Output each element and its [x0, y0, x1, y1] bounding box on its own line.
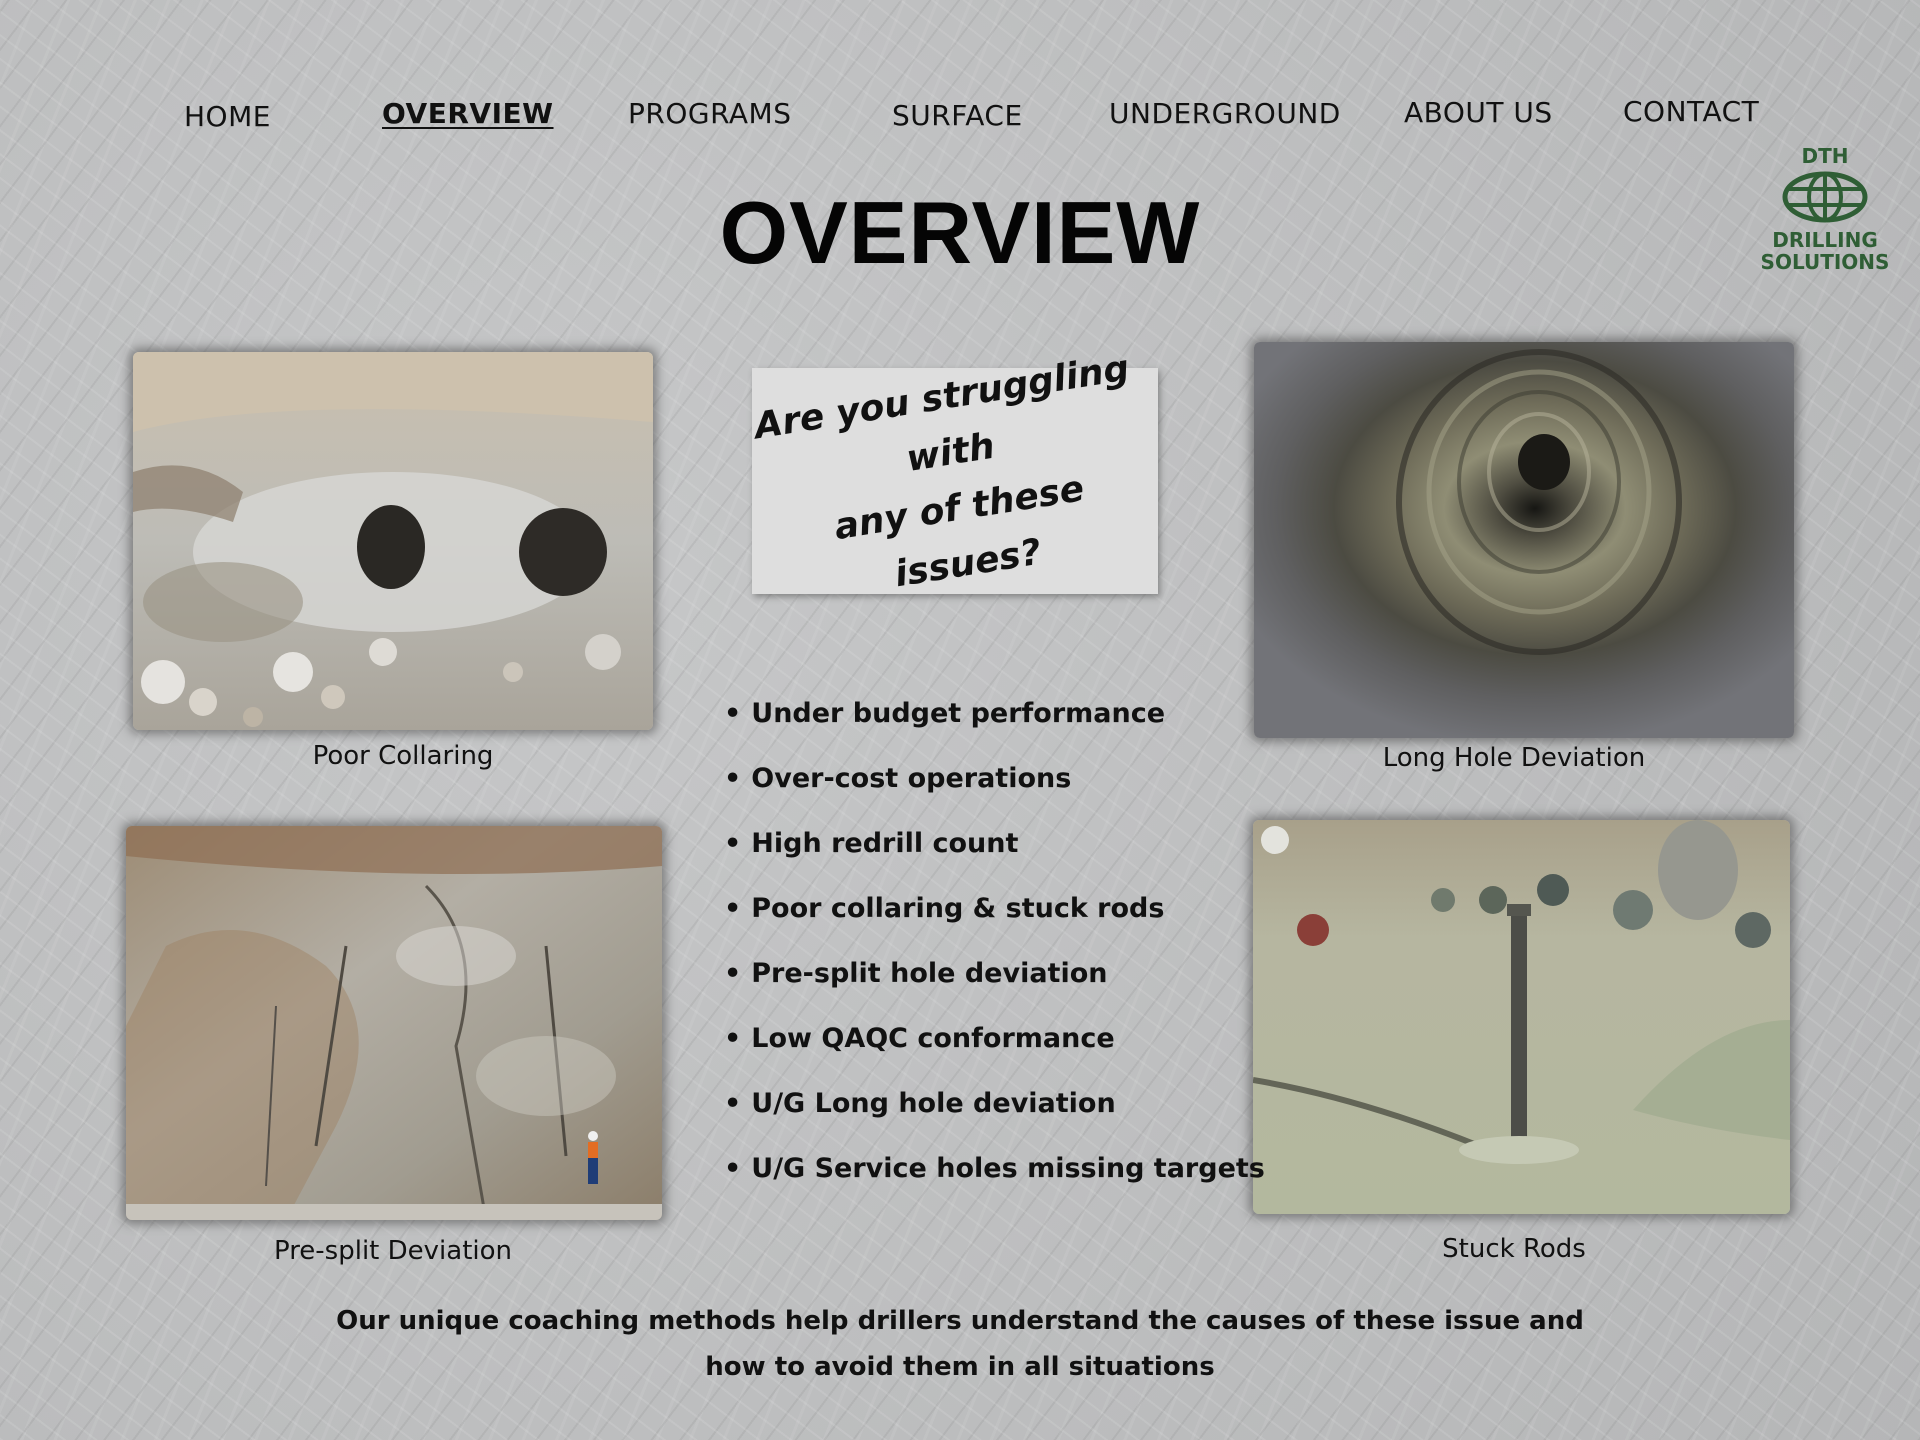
nav-programs-link[interactable]: PROGRAMS [628, 97, 791, 130]
nav-home-link[interactable]: HOME [184, 100, 271, 133]
page-title: OVERVIEW [719, 183, 1201, 282]
poor-collaring-photo [133, 352, 653, 730]
nav-overview-link[interactable]: OVERVIEW [382, 97, 554, 130]
nav-surface-link[interactable]: SURFACE [892, 99, 1023, 132]
pre-split-deviation-caption: Pre-split Deviation [273, 1236, 513, 1266]
issues-list: • Under budget performance • Over-cost ope… [724, 690, 1265, 1210]
pre-split-deviation-photo [126, 826, 662, 1220]
nav-contact-link[interactable]: CONTACT [1623, 95, 1759, 128]
issues-callout-box: Are you struggling with any of these iss… [752, 348, 1158, 595]
stuck-rods-photo [1253, 820, 1790, 1214]
list-item: • Poor collaring & stuck rods [724, 893, 1165, 924]
list-item: • Low QAQC conformance [724, 1023, 1115, 1054]
list-item: • High redrill count [724, 828, 1019, 859]
list-item: • Under budget performance [724, 698, 1166, 729]
long-hole-deviation-caption: Long Hole Deviation [1382, 743, 1646, 773]
callout-text: Are you struggling with any of these iss… [751, 347, 1132, 596]
stuck-rods-caption: Stuck Rods [1442, 1234, 1586, 1264]
poor-collaring-caption: Poor Collaring [312, 741, 494, 771]
list-item: • U/G Service holes missing targets [724, 1153, 1265, 1184]
long-hole-deviation-photo [1254, 342, 1794, 738]
list-item: • Pre-split hole deviation [724, 958, 1108, 989]
coaching-description-line1: Our unique coaching methods help driller… [336, 1306, 1584, 1336]
list-item: • Over-cost operations [724, 763, 1072, 794]
coaching-description: Our unique coaching methods help driller… [0, 1298, 1920, 1390]
coaching-description-line2: how to avoid them in all situations [705, 1352, 1215, 1382]
list-item: • U/G Long hole deviation [724, 1088, 1116, 1119]
logo-text-dth: DTH [1801, 144, 1849, 168]
nav-underground-link[interactable]: UNDERGROUND [1109, 97, 1341, 130]
nav-about-us-link[interactable]: ABOUT US [1404, 96, 1553, 129]
